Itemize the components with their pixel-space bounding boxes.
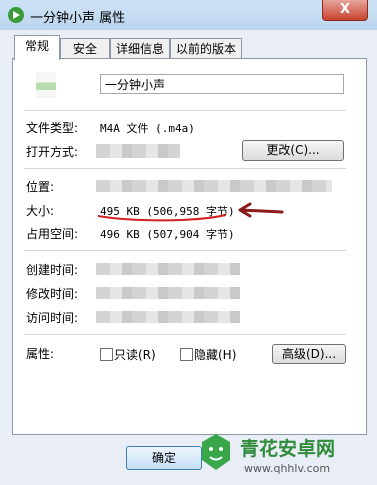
hidden-checkbox[interactable] — [180, 348, 193, 361]
separator — [24, 168, 346, 169]
type-label: 文件类型: — [26, 121, 79, 135]
open-with-app-icon — [96, 144, 180, 158]
watermark-url: www.qhhlv.com — [244, 462, 331, 475]
attributes-label: 属性: — [26, 347, 55, 361]
accessed-value — [96, 311, 240, 323]
annotation-arrow — [238, 202, 284, 218]
open-with-label: 打开方式: — [26, 145, 79, 159]
readonly-label[interactable]: 只读(R) — [114, 346, 156, 363]
title-bar: 一分钟小声 属性 X — [0, 0, 377, 31]
readonly-checkbox[interactable] — [100, 348, 113, 361]
separator — [24, 334, 346, 335]
modified-label: 修改时间: — [26, 287, 79, 301]
modified-value — [96, 287, 240, 299]
created-value — [96, 263, 240, 275]
watermark-logo — [202, 434, 230, 470]
tab-general[interactable]: 常规 — [14, 35, 60, 60]
location-label: 位置: — [26, 180, 55, 194]
advanced-button[interactable]: 高级(D)... — [272, 344, 346, 364]
tab-details[interactable]: 详细信息 — [110, 38, 170, 59]
separator — [24, 250, 346, 251]
ok-button[interactable]: 确定 — [126, 446, 202, 470]
created-label: 创建时间: — [26, 263, 79, 277]
accessed-label: 访问时间: — [26, 311, 79, 325]
size-label: 大小: — [26, 204, 55, 218]
media-file-icon — [8, 7, 24, 23]
close-button[interactable]: X — [322, 0, 368, 21]
file-icon — [36, 72, 56, 98]
separator — [24, 110, 346, 111]
hidden-label[interactable]: 隐藏(H) — [194, 346, 236, 363]
location-value — [96, 180, 332, 192]
window-title: 一分钟小声 属性 — [30, 11, 126, 26]
annotation-overlay — [97, 202, 284, 222]
tab-security[interactable]: 安全 — [60, 38, 110, 59]
file-name-input[interactable]: 一分钟小声 — [100, 74, 344, 94]
annotation-underline — [97, 214, 227, 222]
disk-size-label: 占用空间: — [26, 227, 79, 241]
general-panel — [12, 58, 367, 435]
change-button[interactable]: 更改(C)... — [242, 140, 344, 161]
type-value: M4A 文件 (.m4a) — [100, 122, 195, 135]
watermark-title: 青花安卓网 — [240, 438, 336, 460]
disk-size-value: 496 KB (507,904 字节) — [100, 228, 235, 241]
tab-previous-versions[interactable]: 以前的版本 — [170, 38, 242, 59]
